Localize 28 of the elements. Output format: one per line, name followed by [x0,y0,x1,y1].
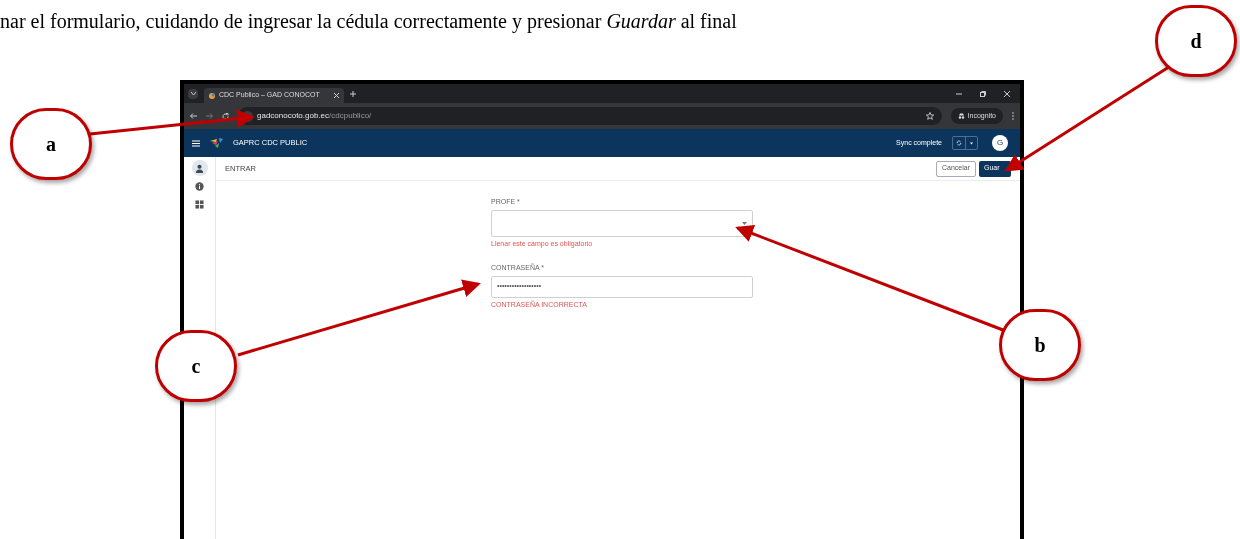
callout-label: d [1155,5,1237,77]
reload-icon[interactable] [222,112,229,120]
callout-label: c [155,330,237,402]
tab-search-button[interactable] [188,88,198,99]
incognito-icon [957,113,965,119]
sidebar-item[interactable] [191,160,208,176]
star-icon[interactable] [925,112,934,120]
callout-label: b [999,309,1081,381]
plus-icon[interactable] [350,90,356,97]
select-field[interactable] [491,209,753,237]
grid-icon [195,199,204,209]
document-text: nar el formulario, cuidando de ingresar la cédula correctamente y presionar Guardar al final [0,10,738,32]
close-icon[interactable] [334,93,339,98]
back-icon[interactable] [190,113,197,119]
minimize-icon[interactable] [956,90,962,97]
restore-icon[interactable] [980,90,986,97]
chevron-down-icon [190,92,196,95]
sync-button-group[interactable] [952,136,978,150]
url-text: gadconocoto.gob.ec/cdcpublico/ [257,110,372,122]
close-icon[interactable] [1004,90,1010,97]
callout-label: a [10,108,92,180]
user-avatar[interactable]: G [992,135,1008,151]
logo-icon [210,137,223,149]
info-icon [195,181,204,191]
favicon-icon [209,92,215,99]
caret-icon [742,221,747,225]
menu-icon[interactable] [192,139,200,147]
person-icon [195,163,204,173]
